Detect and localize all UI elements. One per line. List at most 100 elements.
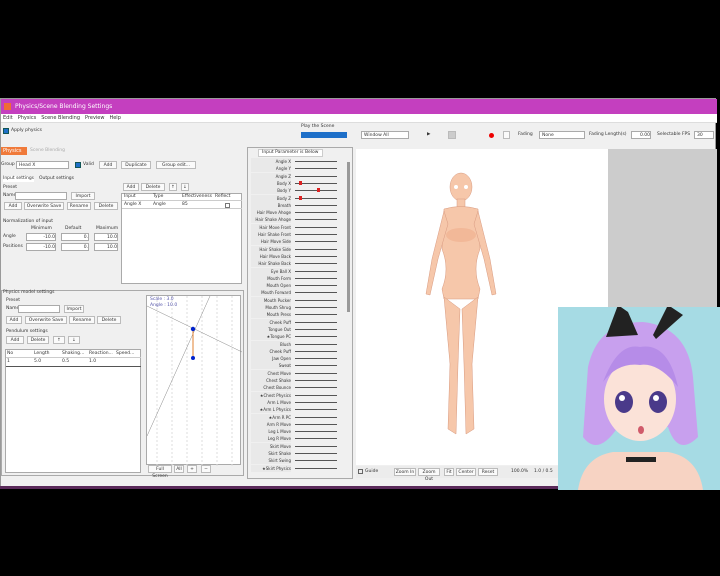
parameter-slider[interactable] [295, 453, 337, 454]
parameter-slider[interactable] [295, 358, 337, 360]
parameter-slider[interactable] [295, 328, 337, 330]
stop-button[interactable] [503, 131, 510, 139]
play-icon[interactable]: ▶ [427, 132, 430, 138]
parameter-slider[interactable] [295, 168, 337, 170]
zoom-out-button[interactable]: Zoom Out [418, 468, 440, 482]
parameter-row[interactable]: Eye Ball X [249, 267, 345, 275]
menu-scene-blending[interactable]: Scene Blending [41, 115, 80, 121]
parameter-row[interactable]: Hair Move Ahoge [249, 209, 345, 217]
menu-preview[interactable]: Preview [85, 115, 104, 121]
parameter-row[interactable]: Mouth Press [249, 311, 345, 319]
tab-physics[interactable]: Physics [1, 147, 27, 155]
model-add-button[interactable]: Add [6, 316, 22, 324]
parameter-slider[interactable] [295, 416, 337, 418]
pendulum-up-button[interactable]: ↑ [53, 336, 65, 344]
menu-help[interactable]: Help [109, 115, 120, 121]
parameter-slider[interactable] [295, 336, 337, 338]
reflect-checkbox[interactable] [225, 203, 230, 208]
parameter-slider[interactable] [295, 161, 337, 162]
center-button[interactable]: Center [456, 468, 476, 476]
parameter-row[interactable]: Leg R Move [249, 435, 345, 443]
parameter-row[interactable]: ★Arm R PC [249, 413, 345, 421]
parameter-row[interactable]: Mouth Pucker [249, 296, 345, 304]
pendulum-add-button[interactable]: Add [6, 336, 24, 344]
scene-select[interactable] [301, 132, 347, 138]
valid-checkbox[interactable] [75, 162, 81, 168]
position-min-input[interactable]: -10.0 [26, 243, 56, 251]
parameter-slider[interactable] [295, 365, 337, 367]
import-button[interactable]: Import [71, 192, 95, 200]
position-max-input[interactable]: 10.0 [94, 243, 118, 251]
table-row[interactable]: Angle X Angle 85 [122, 202, 242, 209]
parameter-row[interactable]: Breath [249, 201, 345, 209]
parameter-row[interactable]: Mouth Open [249, 282, 345, 290]
parameter-slider[interactable] [295, 394, 337, 396]
parameter-slider[interactable] [295, 431, 337, 433]
window-select[interactable]: Window All [361, 131, 409, 139]
group-add-button[interactable]: Add [99, 161, 117, 169]
parameter-slider[interactable] [295, 350, 337, 352]
preset-name-select[interactable] [15, 192, 67, 200]
parameter-row[interactable]: Skirt Shake [249, 450, 345, 457]
parameter-scrollbar[interactable] [347, 162, 350, 312]
all-button[interactable]: All [174, 465, 184, 473]
zoom-out-icon[interactable]: − [201, 465, 211, 473]
model-rename-button[interactable]: Rename [69, 316, 95, 324]
parameter-slider[interactable] [295, 445, 337, 447]
parameter-row[interactable]: ★Tongue PC [249, 333, 345, 341]
parameter-row[interactable]: Hair Shake Back [249, 260, 345, 268]
position-default-input[interactable]: 0. [61, 243, 89, 251]
record-icon[interactable] [489, 133, 494, 138]
reset-button[interactable]: Reset [478, 468, 498, 476]
preset-add-button[interactable]: Add [4, 202, 22, 210]
model-delete-button[interactable]: Delete [97, 316, 121, 324]
preset-delete-button[interactable]: Delete [94, 202, 118, 210]
pendulum-preview[interactable]: Scale : 3.0 Angle : 10.0 [146, 295, 242, 466]
parameter-slider[interactable] [295, 248, 337, 250]
parameter-slider[interactable] [295, 255, 337, 257]
parameter-row[interactable]: Sweat [249, 362, 345, 370]
parameter-row[interactable]: Body X [249, 179, 345, 187]
parameter-row[interactable]: Chest Bounce [249, 384, 345, 392]
zoom-in-icon[interactable]: + [187, 465, 197, 473]
apply-physics-checkbox[interactable] [3, 128, 9, 134]
guide-checkbox[interactable] [358, 469, 363, 474]
menu-physics[interactable]: Physics [18, 115, 37, 121]
parameter-row[interactable]: ★Arm L Physics [249, 406, 345, 414]
parameter-row[interactable]: Mouth Form [249, 274, 345, 282]
parameter-row[interactable]: Arm R Move [249, 420, 345, 428]
parameter-slider[interactable] [295, 409, 337, 411]
parameter-slider[interactable] [295, 314, 337, 316]
pendulum-down-button[interactable]: ↓ [68, 336, 80, 344]
parameter-slider[interactable] [295, 204, 337, 206]
parameter-slider[interactable] [295, 292, 337, 294]
parameter-slider[interactable] [295, 234, 337, 235]
parameter-row[interactable]: Jaw Open [249, 355, 345, 363]
angle-min-input[interactable]: -10.0 [26, 233, 56, 241]
parameter-slider[interactable] [295, 212, 337, 214]
parameter-slider[interactable] [295, 372, 337, 374]
parameter-slider[interactable] [295, 423, 337, 425]
tab-output-settings[interactable]: Output settings [39, 176, 74, 182]
input-delete-button[interactable]: Delete [141, 183, 165, 191]
move-up-button[interactable]: ↑ [169, 183, 177, 191]
parameter-row[interactable]: Arm L Move [249, 398, 345, 406]
parameter-row[interactable]: Hair Shake Side [249, 245, 345, 253]
parameter-slider[interactable] [295, 219, 337, 221]
parameter-slider[interactable] [295, 263, 337, 265]
parameter-slider[interactable] [295, 321, 337, 323]
parameter-row[interactable]: Chest Move [249, 369, 345, 377]
parameter-slider[interactable] [295, 401, 337, 403]
parameter-slider[interactable] [295, 467, 337, 469]
tab-input-settings[interactable]: Input settings [3, 176, 35, 182]
parameter-row[interactable]: Mouth Shrug [249, 304, 345, 311]
parameter-row[interactable]: Body Z [249, 194, 345, 202]
fading-length-input[interactable]: 0.00 [631, 131, 651, 139]
group-select[interactable]: Head X [16, 161, 69, 169]
parameter-row[interactable]: Leg L Move [249, 428, 345, 436]
parameter-slider[interactable] [295, 460, 337, 462]
zoom-in-button[interactable]: Zoom In [394, 468, 416, 476]
parameter-row[interactable]: Tongue Out [249, 325, 345, 333]
parameter-slider[interactable] [295, 387, 337, 389]
group-edit-button[interactable]: Group edit... [156, 161, 196, 169]
